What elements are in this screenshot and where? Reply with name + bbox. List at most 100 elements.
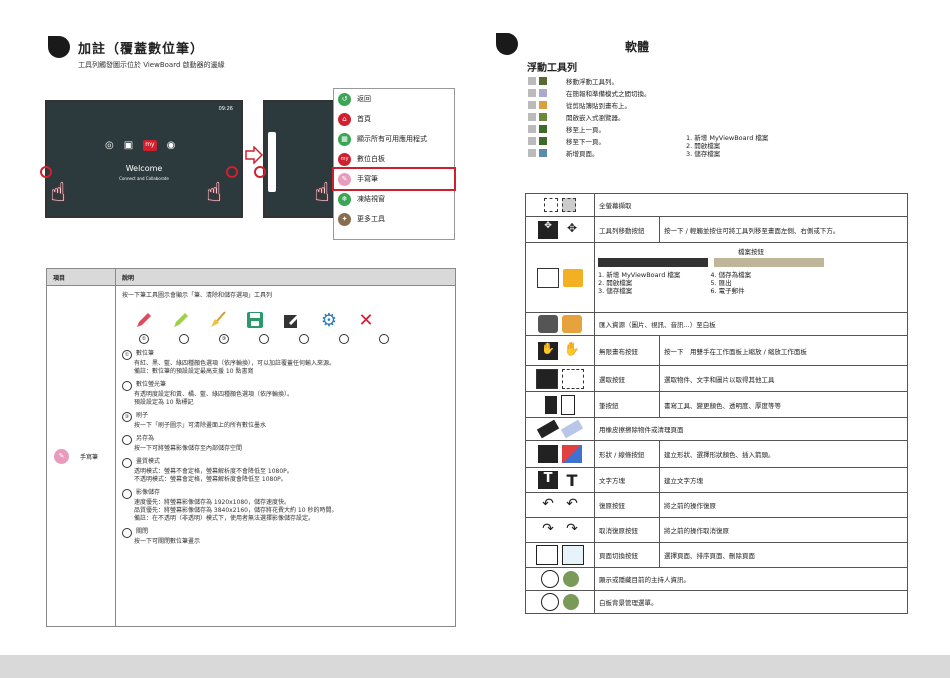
screenshot-icon [544,198,558,212]
redo-icon: ↷ [566,521,578,537]
option-number [122,489,132,499]
text-box-icon: T [538,471,558,489]
file-list-right: 4. 儲存為檔案 5. 匯出 6. 電子郵件 [710,271,751,295]
row-text: 復原按鈕 [594,492,660,518]
col-item-header: 項目 [46,268,116,286]
row-desc: 按一下 用雙手在工作面板上縮放 / 縮放工作面板 [659,335,908,366]
row-text: 取消復原按鈕 [594,517,660,543]
screen-toolbar [263,100,343,218]
file-list-item: 6. 電子郵件 [710,287,745,295]
screen-time: 09:26 [218,106,233,112]
undo-icon: ↶ [566,496,578,512]
row-text: 筆按鈕 [594,391,660,418]
app-icons-row: ◎ ▣ my ◉ [105,140,175,151]
option-title: 關閉 [136,528,149,535]
pen-button-icon [545,395,557,414]
tools-icon: ✦ [338,212,351,226]
background-icon [541,593,559,611]
pen-description-table: 項目 說明 ✎ 手寫筆 按一下筆工具圖示會顯示「筆、清除和儲存選項」工具列 ⚙ … [46,268,456,627]
row-desc: 選取物件、文字和圖片以取得其他工具 [659,365,908,392]
settings-gear-icon: ⚙ [320,309,338,331]
option-line: 不透明模式：螢幕會定格，螢幕解析度會降低至 1080P。 [134,476,287,483]
shape-icon [562,445,582,463]
new-page-icon [539,149,547,157]
row-desc: 將之前的操作復原 [659,492,908,518]
import-icon [538,315,558,333]
file-list-item: 5. 匯出 [710,279,732,287]
option-number: ③ [122,412,132,422]
col-desc-header: 說明 [115,268,456,286]
row-text: 頁面切換按鈕 [594,542,660,568]
menu-item-apps[interactable]: ▦ 顯示所有可用應用程式 [334,129,454,149]
file-button-cell: 檔案按鈕 1. 新增 MyViewBoard 檔案 2. 開啟檔案 3. 儲存檔… [594,242,908,313]
tool-number [379,334,389,344]
trigger-right-circle [226,166,238,178]
tool-number: ③ [219,334,229,344]
menu-label: 數位白板 [357,155,385,163]
row-text: 白板背景管理選單。 [594,590,908,614]
menu-item-tools[interactable]: ✦ 更多工具 [334,209,454,229]
desc-cell: 按一下筆工具圖示會顯示「筆、清除和儲存選項」工具列 ⚙ ✕ ① ③ ① 數位筆 … [115,285,456,627]
side-list-item: 2. 開啟檔案 [686,142,721,150]
side-list-item: 3. 儲存檔案 [686,150,721,158]
row-desc: 按一下 / 輕觸並按住可將工具列移至畫面左側、右側或下方。 [659,216,908,243]
section-title: 浮動工具列 [527,63,577,74]
menu-item-pen[interactable]: ✎ 手寫筆 [332,167,456,191]
next-page-icon [528,137,536,145]
prev-page-icon [539,125,547,133]
footer-bar [0,655,950,678]
page-title: 加註（覆蓋數位筆） [78,42,205,57]
float-item-text: 從剪貼簿貼到畫布上。 [566,102,631,110]
row-text: 選取按鈕 [594,365,660,392]
option-number [122,528,132,538]
option-number: ① [122,350,132,360]
option-line: 品質優先：將螢幕影像儲存為 3840x2160，儲存將花費大約 10 秒的時間。 [134,507,338,514]
option-image-save: 影像儲存 速度優先：將螢幕影像儲存為 1920x1080，儲存速度快。 品質優先：… [122,489,449,523]
menu-item-back[interactable]: ↺ 返回 [334,89,454,109]
row-desc: 書寫工具、變更顏色、透明度、厚度等等 [659,391,908,418]
option-quality-mode: 畫質模式 透明模式：螢幕不會定格，螢幕解析度不會降低至 1080P。 不透明模式：… [122,458,449,484]
import-icon [562,315,582,333]
tool-number [299,334,309,344]
pen-icon: ✎ [54,448,69,464]
float-item: 在簡報和準備模式之間切換。 [528,87,651,99]
eraser-icon [536,419,560,439]
hand-pointer-icon: ☝ [206,178,222,208]
menu-item-home[interactable]: ⌂ 首頁 [334,109,454,129]
option-line: 按一下可將螢幕影像儲存至內部儲存空間 [134,445,243,452]
menu-item-whiteboard[interactable]: my 數位白板 [334,149,454,169]
icon-cell: ✋ ✋ [525,335,595,366]
pen-icon: ✎ [338,172,351,186]
float-item: 移至上一頁。 [528,123,651,135]
option-line: 有紅、黑、藍、綠四種顏色選項（依序輪換），可以加註覆蓋任何輸入來源。 [134,360,336,367]
menu-label: 返回 [357,95,371,103]
file-list-item: 1. 新增 MyViewBoard 檔案 [598,271,681,279]
file-buttons-light [714,258,824,267]
hand-pointer-icon: ☝ [314,178,330,208]
hand-icon: ✋ [538,341,558,360]
float-item: 開啟嵌入式瀏覽器。 [528,111,651,123]
highlighter-icon [169,308,193,332]
row-text: 顯示或隱藏目前的主持人資訊。 [594,567,908,591]
background-icon [563,594,579,610]
file-list-item: 2. 開啟檔案 [598,279,633,287]
hand-pointer-icon: ☝ [50,178,66,208]
option-brush: ③ 刷子 按一下「刷子圖示」可清除畫面上的所有數位墨水 [122,412,449,430]
row-desc: 建立形狀、選擇形狀顏色、插入箭頭。 [659,440,908,468]
software-tools-table: 全螢幕擷取 ✥ ✥ 工具列移動按鈕 按一下 / 輕觸並按住可將工具列移至畫面左側、… [525,193,908,614]
intro-text: 按一下筆工具圖示會顯示「筆、清除和儲存選項」工具列 [122,292,273,299]
file-list-item: 3. 儲存檔案 [598,287,633,295]
float-item: 移至下一頁。 [528,135,651,147]
camera-icon: ◉ [166,140,176,151]
page-title: 軟體 [625,40,650,54]
presenter-icon [541,570,559,588]
folder-icon [537,267,559,288]
menu-item-freeze[interactable]: ❄ 凍結視窗 [334,189,454,209]
text-box-icon: T [566,471,578,490]
select-icon [562,368,584,389]
option-line: 備註：數位筆的預設設定最高支援 10 點書寫 [134,368,254,375]
tool-number [339,334,349,344]
option-number [122,435,132,445]
menu-label: 凍結視窗 [357,195,385,203]
pen-tool-icon [132,308,156,332]
